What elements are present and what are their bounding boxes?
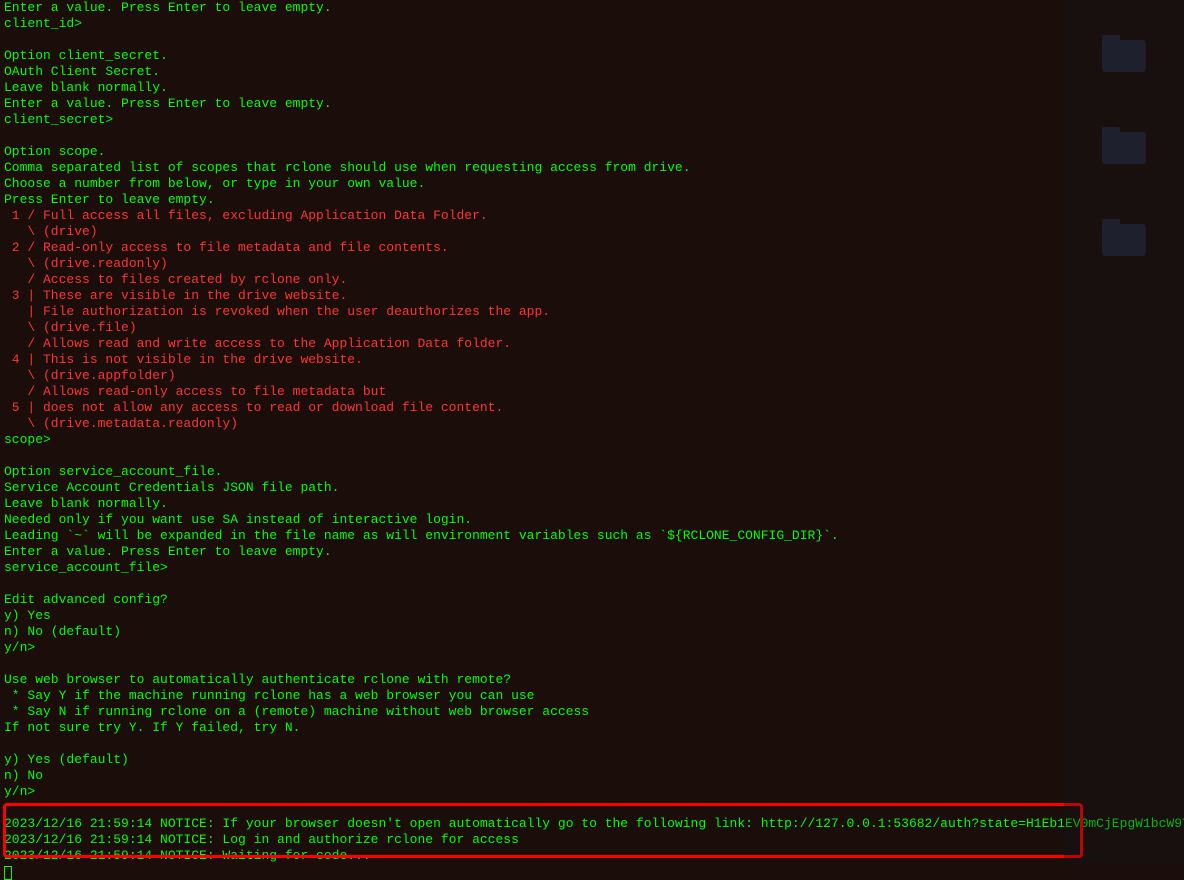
- terminal-line: 2023/12/16 21:59:14 NOTICE: If your brow…: [4, 816, 1056, 832]
- terminal-line: Option client_secret.: [4, 48, 1056, 64]
- terminal-line: Enter a value. Press Enter to leave empt…: [4, 0, 1056, 16]
- sidebar-folder-item[interactable]: [1072, 132, 1176, 164]
- terminal-line: [4, 128, 1056, 144]
- terminal-line: y) Yes: [4, 608, 1056, 624]
- terminal-line: Needed only if you want use SA instead o…: [4, 512, 1056, 528]
- folder-icon: [1102, 132, 1146, 164]
- sidebar-folder-item[interactable]: [1072, 40, 1176, 72]
- terminal-line: Edit advanced config?: [4, 592, 1056, 608]
- terminal-line: 5 | does not allow any access to read or…: [4, 400, 1056, 416]
- terminal-line: If not sure try Y. If Y failed, try N.: [4, 720, 1056, 736]
- terminal-line: y/n>: [4, 784, 1056, 800]
- terminal-line: \ (drive.appfolder): [4, 368, 1056, 384]
- terminal-line: 2023/12/16 21:59:14 NOTICE: Log in and a…: [4, 832, 1056, 848]
- terminal-line: | File authorization is revoked when the…: [4, 304, 1056, 320]
- terminal-line: \ (drive.file): [4, 320, 1056, 336]
- terminal-line: [4, 656, 1056, 672]
- terminal-line: OAuth Client Secret.: [4, 64, 1056, 80]
- folder-icon: [1102, 224, 1146, 256]
- desktop-sidebar: [1064, 0, 1184, 865]
- terminal-line: Option service_account_file.: [4, 464, 1056, 480]
- terminal-line: 2 / Read-only access to file metadata an…: [4, 240, 1056, 256]
- terminal-line: * Say N if running rclone on a (remote) …: [4, 704, 1056, 720]
- terminal-line: y) Yes (default): [4, 752, 1056, 768]
- terminal-line: Press Enter to leave empty.: [4, 192, 1056, 208]
- terminal-line: Leading `~` will be expanded in the file…: [4, 528, 1056, 544]
- terminal-line: Comma separated list of scopes that rclo…: [4, 160, 1056, 176]
- terminal-line: 4 | This is not visible in the drive web…: [4, 352, 1056, 368]
- terminal-line: Service Account Credentials JSON file pa…: [4, 480, 1056, 496]
- terminal-line: [4, 32, 1056, 48]
- terminal-line: \ (drive): [4, 224, 1056, 240]
- terminal-line: client_id>: [4, 16, 1056, 32]
- terminal-line: [4, 736, 1056, 752]
- terminal-line: Leave blank normally.: [4, 496, 1056, 512]
- terminal-line: client_secret>: [4, 112, 1056, 128]
- sidebar-folder-item[interactable]: [1072, 224, 1176, 256]
- terminal-line: service_account_file>: [4, 560, 1056, 576]
- terminal-line: Enter a value. Press Enter to leave empt…: [4, 544, 1056, 560]
- terminal-line: scope>: [4, 432, 1056, 448]
- terminal-line: Option scope.: [4, 144, 1056, 160]
- terminal-line: / Allows read and write access to the Ap…: [4, 336, 1056, 352]
- terminal-output[interactable]: Enter a value. Press Enter to leave empt…: [0, 0, 1060, 880]
- terminal-cursor: [4, 866, 12, 880]
- terminal-line: n) No: [4, 768, 1056, 784]
- terminal-line: Leave blank normally.: [4, 80, 1056, 96]
- terminal-line: [4, 800, 1056, 816]
- terminal-line: Enter a value. Press Enter to leave empt…: [4, 96, 1056, 112]
- terminal-line: \ (drive.metadata.readonly): [4, 416, 1056, 432]
- terminal-line: y/n>: [4, 640, 1056, 656]
- terminal-line: n) No (default): [4, 624, 1056, 640]
- terminal-line: \ (drive.readonly): [4, 256, 1056, 272]
- terminal-line: Use web browser to automatically authent…: [4, 672, 1056, 688]
- terminal-line: 3 | These are visible in the drive websi…: [4, 288, 1056, 304]
- terminal-line: [4, 576, 1056, 592]
- terminal-line: 2023/12/16 21:59:14 NOTICE: Waiting for …: [4, 848, 1056, 864]
- folder-icon: [1102, 40, 1146, 72]
- terminal-line: * Say Y if the machine running rclone ha…: [4, 688, 1056, 704]
- terminal-line: / Access to files created by rclone only…: [4, 272, 1056, 288]
- terminal-line: Choose a number from below, or type in y…: [4, 176, 1056, 192]
- terminal-line: [4, 448, 1056, 464]
- terminal-line: 1 / Full access all files, excluding App…: [4, 208, 1056, 224]
- terminal-line: / Allows read-only access to file metada…: [4, 384, 1056, 400]
